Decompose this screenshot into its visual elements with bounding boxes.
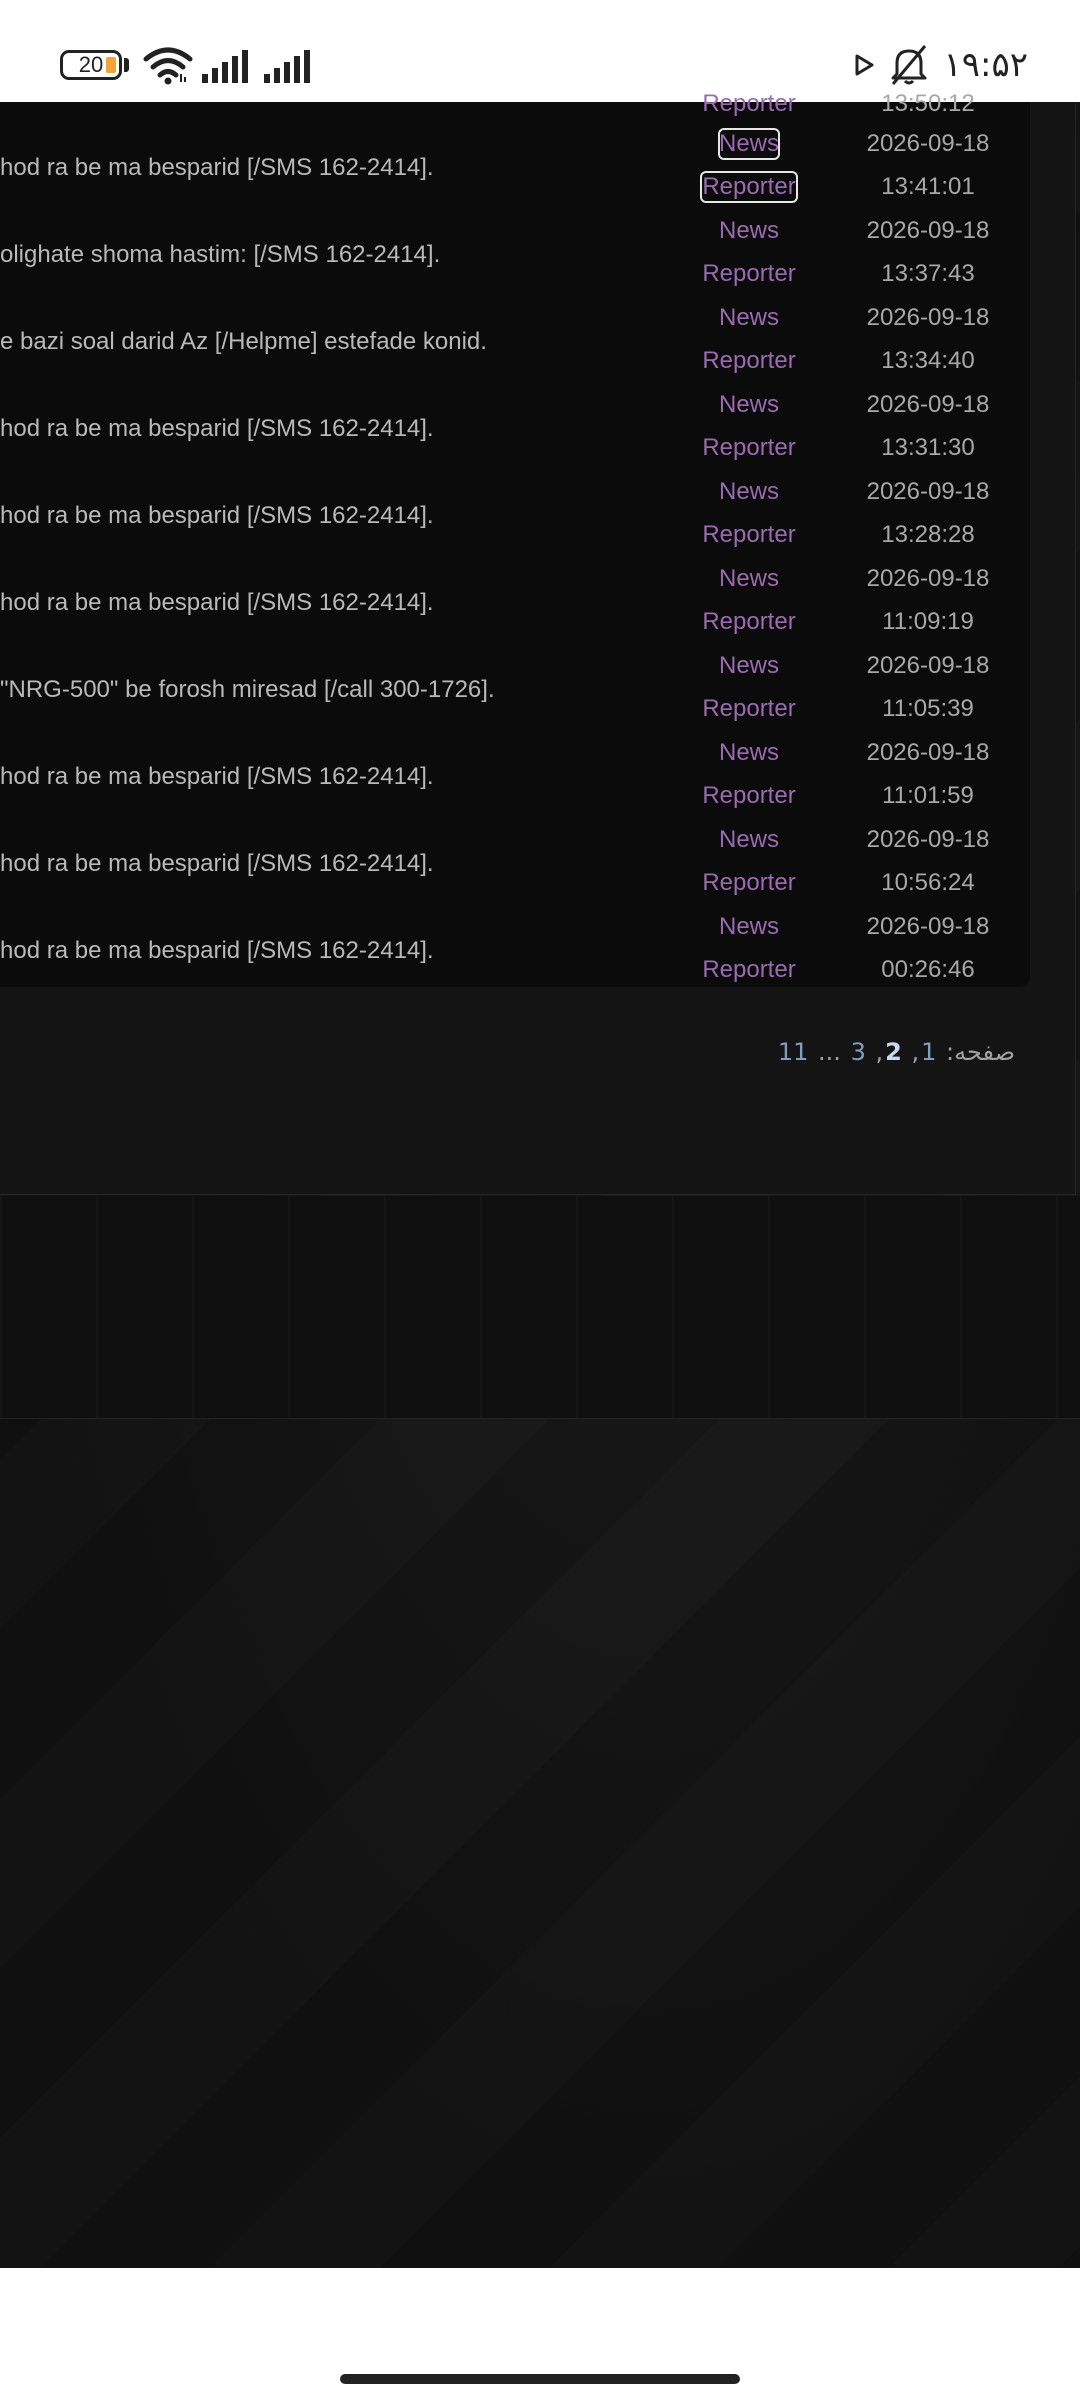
status-right-group: ۱۹:۵۲ <box>853 40 1028 90</box>
battery-icon: 20 <box>60 50 122 80</box>
post-time: 11:09:19 <box>882 608 974 635</box>
list-item: hod ra be ma besparid [/SMS 162-2414]. Ne… <box>0 731 1030 818</box>
post-time: 13:50:12 <box>881 90 975 117</box>
post-date: 2026-09-18 <box>866 739 990 766</box>
list-item: hod ra be ma besparid [/SMS 162-2414]. Ne… <box>0 905 1030 992</box>
footer-band <box>0 1196 1080 1419</box>
reporter-link[interactable]: Reporter <box>700 432 798 464</box>
post-date: 2026-09-18 <box>866 565 990 592</box>
message-text: hod ra be ma besparid [/SMS 162-2414]. <box>0 415 434 442</box>
news-list: Reporter 13:50:12 hod ra be ma besparid … <box>0 90 1030 987</box>
reporter-link[interactable]: Reporter <box>700 606 798 638</box>
list-item: hod ra be ma besparid [/SMS 162-2414]. Ne… <box>0 470 1030 557</box>
battery-fill <box>106 57 116 73</box>
reporter-link[interactable]: Reporter <box>700 519 798 551</box>
post-time: 13:31:30 <box>881 434 975 461</box>
post-date: 2026-09-18 <box>866 391 990 418</box>
news-link[interactable]: News <box>700 215 798 247</box>
post-time: 13:41:01 <box>881 173 975 200</box>
partial-row: Reporter 13:50:12 <box>0 90 1030 122</box>
post-time: 10:56:24 <box>881 869 975 896</box>
page-link-3[interactable]: 3 <box>851 1038 866 1066</box>
news-link[interactable]: News <box>700 476 798 508</box>
message-text: hod ra be ma besparid [/SMS 162-2414]. <box>0 937 434 964</box>
screen: 20 ۱۹:۵۲ Reporter 13:50:12 hod ra be ma … <box>0 0 1080 2400</box>
page-link-last[interactable]: 11 <box>778 1038 809 1066</box>
pagination-separator: , <box>911 1038 920 1066</box>
forum-panel: Reporter 13:50:12 hod ra be ma besparid … <box>0 90 1076 1195</box>
list-item: e bazi soal darid Az [/Helpme] estefade … <box>0 296 1030 383</box>
news-link[interactable]: News <box>700 302 798 334</box>
list-item: olighate shoma hastim: [/SMS 162-2414]. N… <box>0 209 1030 296</box>
post-time: 13:28:28 <box>881 521 975 548</box>
news-link[interactable]: News <box>700 650 798 682</box>
page-link-1[interactable]: 1 <box>921 1038 936 1066</box>
message-text: olighate shoma hastim: [/SMS 162-2414]. <box>0 241 441 268</box>
post-date: 2026-09-18 <box>866 826 990 853</box>
reporter-link[interactable]: Reporter <box>700 88 798 120</box>
reporter-link[interactable]: Reporter <box>700 258 798 290</box>
list-item: hod ra be ma besparid [/SMS 162-2414]. Ne… <box>0 818 1030 905</box>
reporter-link[interactable]: Reporter <box>700 954 798 986</box>
message-text: e bazi soal darid Az [/Helpme] estefade … <box>0 328 487 355</box>
reporter-link[interactable]: Reporter <box>700 693 798 725</box>
post-date: 2026-09-18 <box>866 652 990 679</box>
pagination: صفحه: 1, 2, 3 ... 11 <box>776 1032 1015 1072</box>
post-date: 2026-09-18 <box>866 217 990 244</box>
message-text: hod ra be ma besparid [/SMS 162-2414]. <box>0 154 434 181</box>
page-current: 2 <box>885 1038 902 1066</box>
pagination-label: صفحه: <box>946 1038 1015 1066</box>
status-bar: 20 ۱۹:۵۲ <box>0 0 1080 102</box>
reporter-link[interactable]: Reporter <box>700 780 798 812</box>
message-text: "NRG-500" be forosh miresad [/call 300-1… <box>0 676 495 703</box>
post-time: 11:01:59 <box>882 782 974 809</box>
news-link[interactable]: News <box>700 824 798 856</box>
message-text: hod ra be ma besparid [/SMS 162-2414]. <box>0 850 434 877</box>
news-link[interactable]: News <box>700 389 798 421</box>
wifi-icon <box>143 47 193 85</box>
reporter-link[interactable]: Reporter <box>700 867 798 899</box>
pagination-separator: , <box>875 1038 884 1066</box>
reporter-link[interactable]: Reporter <box>700 345 798 377</box>
message-text: hod ra be ma besparid [/SMS 162-2414]. <box>0 589 434 616</box>
bell-off-icon <box>891 45 927 85</box>
message-text: hod ra be ma besparid [/SMS 162-2414]. <box>0 502 434 529</box>
play-icon <box>855 54 874 76</box>
clock: ۱۹:۵۲ <box>943 45 1028 85</box>
list-item: hod ra be ma besparid [/SMS 162-2414]. Ne… <box>0 383 1030 470</box>
battery-level: 20 <box>78 52 104 77</box>
news-link[interactable]: News <box>700 911 798 943</box>
signal-icon <box>264 50 310 83</box>
navigation-bar <box>0 2268 1080 2400</box>
news-link[interactable]: News <box>718 128 780 160</box>
news-link[interactable]: News <box>700 737 798 769</box>
list-item: hod ra be ma besparid [/SMS 162-2414]. Ne… <box>0 557 1030 644</box>
page-content[interactable]: Reporter 13:50:12 hod ra be ma besparid … <box>0 90 1080 2268</box>
list-item: "NRG-500" be forosh miresad [/call 300-1… <box>0 644 1030 731</box>
battery-nub <box>124 58 129 72</box>
reporter-link[interactable]: Reporter <box>700 171 798 203</box>
post-date: 2026-09-18 <box>866 478 990 505</box>
post-time: 11:05:39 <box>882 695 974 722</box>
list-item: hod ra be ma besparid [/SMS 162-2414]. Ne… <box>0 122 1030 209</box>
post-time: 13:37:43 <box>881 260 975 287</box>
post-date: 2026-09-18 <box>866 130 990 157</box>
post-date: 2026-09-18 <box>866 913 990 940</box>
signal-icon <box>202 50 248 83</box>
message-text: hod ra be ma besparid [/SMS 162-2414]. <box>0 763 434 790</box>
pagination-ellipsis: ... <box>818 1038 841 1066</box>
post-time: 00:26:46 <box>881 956 975 983</box>
news-link[interactable]: News <box>700 563 798 595</box>
post-date: 2026-09-18 <box>866 304 990 331</box>
home-indicator[interactable] <box>340 2374 740 2384</box>
post-time: 13:34:40 <box>881 347 975 374</box>
